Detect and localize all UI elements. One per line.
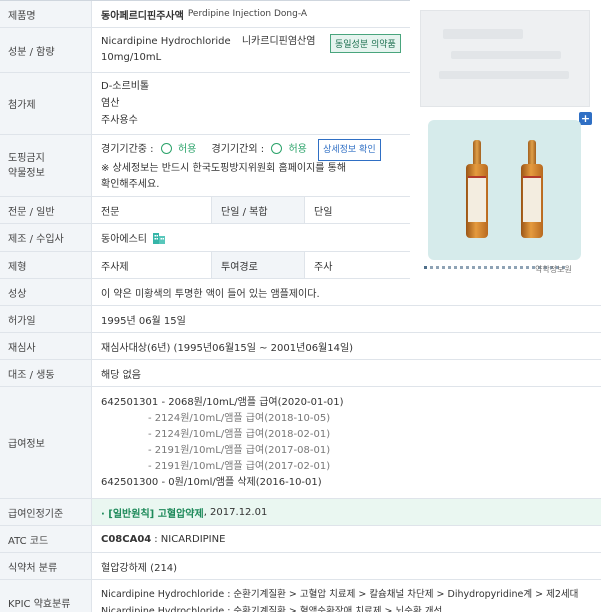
same-ingredient-button[interactable]: 동일성분 의약품 — [330, 34, 401, 53]
doping-label-1: 도핑금지 — [8, 152, 45, 164]
mfds-class-value: 혈압강하제 (214) — [101, 562, 178, 574]
approval-label: 허가일 — [0, 306, 92, 332]
reimbursement-line: - 2124원/10mL/앰플 급여(2018-02-01) — [148, 428, 331, 440]
allowed-circle-icon — [160, 142, 172, 154]
row-mfds-class: 식약처 분류 혈압강하제 (214) — [0, 553, 601, 580]
ampoule-image — [521, 140, 543, 238]
row-approval: 허가일 1995년 06월 15일 — [0, 306, 601, 333]
row-bioequivalence: 대조 / 생동 해당 없음 — [0, 360, 601, 387]
row-kpic: KPIC 약효분류 Nicardipine Hydrochloride : 순환… — [0, 580, 601, 612]
doping-note-line2: 확인해주세요. — [101, 178, 160, 190]
out-competition-label: 경기기간외 : — [211, 143, 265, 155]
row-reimbursement: 급여정보 642501301 - 2068원/10mL/앰플 급여(2020-0… — [0, 387, 601, 499]
ingredient-name-kr: 니카르디핀염산염 — [241, 36, 316, 47]
atc-name: : NICARDIPINE — [154, 533, 226, 545]
approval-value: 1995년 06월 15일 — [101, 315, 186, 327]
in-competition-value: 허용 — [177, 143, 197, 155]
mfds-class-label: 식약처 분류 — [0, 553, 92, 579]
blurred-image-placeholder — [420, 10, 590, 107]
row-reimbursement-criteria: 급여인정기준 · [일반원칙] 고혈압약제 , 2017.12.01 — [0, 499, 601, 526]
row-reexam: 재심사 재심사대상(6년) (1995년06월15일 ~ 2001년06월14일… — [0, 333, 601, 360]
row-atc: ATC 코드 C08CA04 : NICARDIPINE — [0, 526, 601, 553]
photo-credit: 약학정보원 — [535, 265, 572, 274]
kpic-line: Nicardipine Hydrochloride : 순환기계질환 > 고혈압… — [101, 588, 579, 600]
manufacturer-label: 제조 / 수입사 — [0, 224, 92, 251]
additive-item: D-소르비톨 — [101, 81, 150, 92]
ampoule-image — [466, 140, 488, 238]
ingredient-name-en: Nicardipine Hydrochloride — [101, 36, 231, 47]
reimbursement-label: 급여정보 — [0, 387, 92, 498]
doping-detail-button[interactable]: 상세정보 확인 — [318, 138, 381, 161]
row-appearance: 성상 이 약은 미황색의 투명한 액이 들어 있는 앰플제이다. — [0, 279, 601, 306]
single-combo-label: 단일 / 복합 — [211, 197, 305, 223]
appearance-label: 성상 — [0, 279, 92, 305]
manufacturer-link[interactable]: 동아에스티 — [101, 230, 147, 245]
kpic-line: Nicardipine Hydrochloride : 순환기계질환 > 혈액순… — [101, 605, 443, 612]
enlarge-image-icon[interactable]: + — [579, 112, 592, 125]
reimbursement-line: - 2191원/10mL/앰플 급여(2017-08-01) — [148, 444, 331, 456]
product-name-kr: 동아페르디핀주사액 — [101, 10, 184, 22]
reimb-criteria-date: , 2017.12.01 — [203, 506, 268, 518]
single-combo-value: 단일 — [314, 206, 333, 218]
allowed-circle-icon — [271, 142, 283, 154]
building-icon[interactable] — [152, 231, 166, 244]
reimbursement-line: 642501300 - 0원/10ml/앰플 삭제(2016-10-01) — [101, 476, 322, 488]
kpic-label: KPIC 약효분류 — [0, 580, 92, 612]
form-value: 주사제 — [101, 261, 129, 273]
product-name-en: Perdipine Injection Dong-A — [187, 9, 308, 19]
bioequivalence-label: 대조 / 생동 — [0, 360, 92, 386]
classification-label: 전문 / 일반 — [0, 197, 92, 223]
additive-item: 주사용수 — [101, 115, 138, 126]
product-name-label: 제품명 — [0, 1, 92, 27]
form-label: 제형 — [0, 252, 92, 278]
ingredient-label: 성분 / 함량 — [0, 28, 92, 72]
in-competition-label: 경기기간중 : — [101, 143, 154, 155]
doping-note-line1: ※ 상세정보는 반드시 한국도핑방지위원회 홈페이지를 통해 — [101, 162, 347, 174]
reimbursement-line: 642501301 - 2068원/10mL/앰플 급여(2020-01-01) — [101, 396, 344, 408]
reimb-criteria-link[interactable]: · [일반원칙] 고혈압약제 — [101, 505, 204, 520]
doping-label-2: 약물정보 — [8, 167, 45, 179]
route-label: 투여경로 — [211, 252, 305, 278]
classification-value: 전문 — [101, 206, 120, 218]
reexam-value: 재심사대상(6년) (1995년06월15일 ~ 2001년06월14일) — [101, 342, 354, 354]
atc-label: ATC 코드 — [0, 526, 92, 552]
route-value: 주사 — [314, 261, 333, 273]
reimb-criteria-label: 급여인정기준 — [0, 499, 92, 525]
ampoule-photo[interactable] — [428, 120, 581, 260]
additive-item: 염산 — [101, 98, 120, 109]
out-competition-value: 허용 — [288, 143, 307, 155]
bioequivalence-value: 해당 없음 — [101, 369, 141, 381]
product-image-panel: + 약학정보원 — [410, 0, 601, 283]
reimbursement-line: - 2124원/10mL/앰플 급여(2018-10-05) — [148, 412, 331, 424]
reimbursement-line: - 2191원/10mL/앰플 급여(2017-02-01) — [148, 460, 331, 472]
reexam-label: 재심사 — [0, 333, 92, 359]
additives-label: 첨가제 — [0, 73, 92, 134]
atc-code: C08CA04 — [101, 533, 152, 545]
